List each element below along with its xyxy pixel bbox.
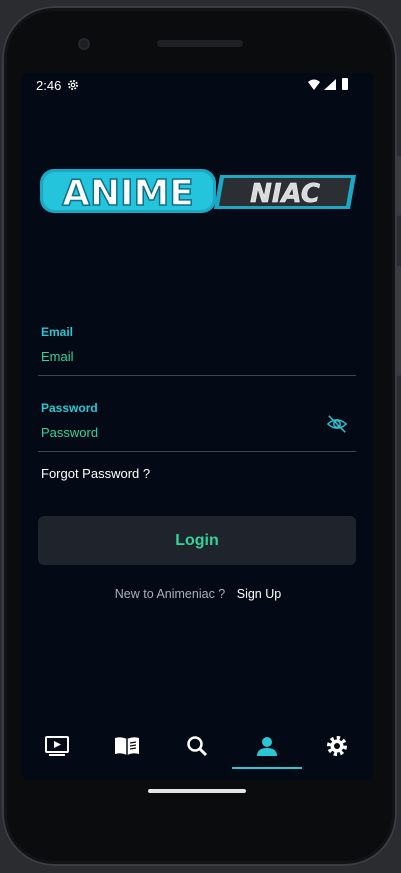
signup-link[interactable]: Sign Up	[237, 587, 281, 601]
email-label: Email	[41, 325, 74, 339]
search-icon	[187, 736, 208, 757]
gear-icon	[327, 736, 347, 756]
status-time: 2:46	[36, 78, 62, 93]
app-screen: 2:46 ANIME NIAC Email Email Password Pas…	[22, 73, 374, 780]
bottom-navigation	[22, 723, 374, 773]
animeniac-logo: ANIME NIAC	[40, 169, 356, 215]
book-icon	[115, 737, 139, 755]
volume-button	[397, 266, 401, 376]
front-camera	[78, 38, 90, 50]
earpiece-speaker	[157, 40, 243, 47]
login-button[interactable]: Login	[38, 516, 356, 565]
password-label: Password	[41, 401, 98, 415]
nav-item-search[interactable]	[162, 723, 232, 769]
password-input[interactable]: Password	[41, 425, 356, 440]
play-screen-icon	[45, 736, 69, 756]
signup-row: New to Animeniac ? Sign Up	[22, 587, 374, 601]
logo-text-anime: ANIME	[62, 173, 194, 214]
signal-icon	[324, 79, 336, 90]
eye-off-icon[interactable]	[326, 413, 348, 435]
home-gesture-bar[interactable]	[148, 789, 246, 793]
nav-item-watch[interactable]	[22, 723, 92, 769]
settings-status-icon	[68, 80, 78, 90]
nav-item-settings[interactable]	[302, 723, 372, 769]
password-field[interactable]: Password Password	[38, 401, 356, 453]
signup-prompt: New to Animeniac ?	[114, 587, 226, 601]
logo-text-niac: NIAC	[250, 179, 320, 209]
forgot-password-link[interactable]: Forgot Password ?	[41, 466, 150, 481]
email-input[interactable]: Email	[41, 349, 356, 364]
power-button	[397, 156, 401, 216]
wifi-icon	[308, 79, 320, 90]
active-tab-indicator	[232, 767, 302, 769]
battery-icon	[342, 78, 348, 90]
email-field[interactable]: Email Email	[38, 325, 356, 377]
password-underline	[38, 451, 356, 452]
status-bar: 2:46	[22, 73, 374, 97]
email-underline	[38, 375, 356, 376]
person-icon	[257, 737, 277, 756]
nav-item-read[interactable]	[92, 723, 162, 769]
nav-item-profile[interactable]	[232, 723, 302, 769]
